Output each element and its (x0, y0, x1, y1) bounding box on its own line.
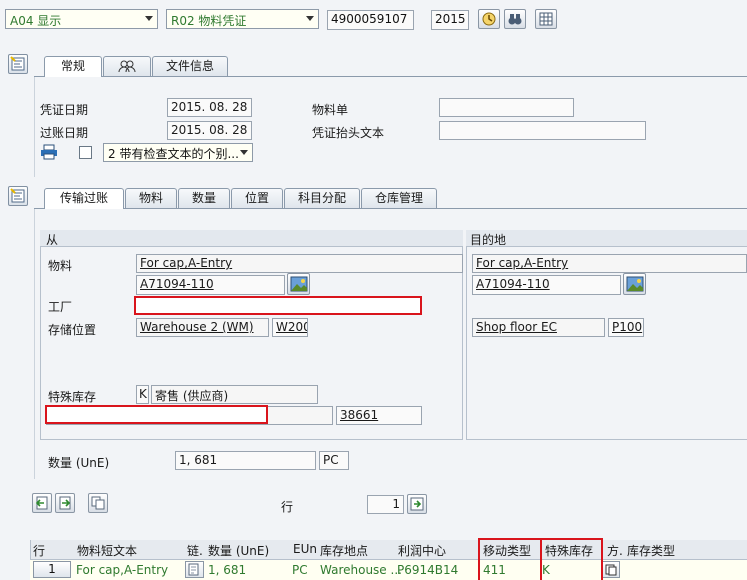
collapse-icon (10, 188, 25, 203)
from-group-header: 从 (40, 230, 463, 247)
tab-general[interactable]: 常规 (44, 56, 102, 77)
doc-date-field[interactable]: 2015. 08. 28 (167, 98, 252, 117)
table-row[interactable]: 1 For cap,A-Entry 1, 681 PC Warehouse ..… (30, 560, 747, 580)
post-date-field[interactable]: 2015. 08. 28 (167, 121, 252, 140)
print-option-combo[interactable]: 2 带有检查文本的个别... (103, 143, 253, 162)
collapse-header-button[interactable] (8, 54, 28, 74)
tab-partners[interactable] (103, 56, 151, 76)
from-storage-desc: Warehouse 2 (WM) (136, 318, 269, 337)
row-link-button[interactable] (185, 561, 204, 578)
special-stock-label: 特殊库存 (48, 390, 97, 404)
row-direction-button[interactable] (602, 561, 620, 578)
highlight-divider (540, 540, 542, 580)
doc-type-combo[interactable]: R02 物料凭证 (166, 9, 319, 29)
material-slip-label: 物料单 (312, 103, 349, 117)
to-storage-field[interactable]: P100 (608, 318, 644, 337)
to-group-header: 目的地 (466, 230, 747, 247)
header-text-field[interactable] (439, 121, 646, 140)
doc-date-label: 凭证日期 (40, 103, 89, 117)
print-checkbox[interactable] (79, 146, 92, 159)
print-icon[interactable] (40, 144, 58, 160)
collapse-item-button[interactable] (8, 186, 28, 206)
col-direction[interactable]: 方. (607, 542, 623, 559)
row-label: 行 (281, 500, 294, 514)
quantity-field[interactable]: 1, 681 (175, 451, 316, 470)
material-slip-field[interactable] (439, 98, 574, 117)
col-quantity[interactable]: 数量 (UnE) (208, 542, 269, 559)
row-profit-center: P6914B14 (397, 563, 459, 577)
col-material-text[interactable]: 物料短文本 (77, 542, 137, 559)
from-material-field[interactable]: A71094-110 (136, 275, 285, 295)
goto-icon (410, 497, 424, 511)
col-unit[interactable]: EUn (293, 542, 317, 556)
to-material-picture-button[interactable] (623, 273, 646, 295)
quantity-label: 数量 (UnE) (48, 456, 110, 470)
document-icon (188, 563, 199, 576)
row-material-text: For cap,A-Entry (76, 563, 169, 577)
post-date-label: 过账日期 (40, 126, 89, 140)
arrow-left-icon (35, 496, 48, 510)
users-icon (118, 60, 136, 73)
next-item-button[interactable] (55, 493, 75, 513)
table-icon (539, 12, 553, 26)
tab-file-info[interactable]: 文件信息 (152, 56, 228, 76)
row-field[interactable]: 1 (367, 495, 404, 514)
tab-warehouse-management[interactable]: 仓库管理 (361, 188, 437, 208)
plant-label: 工厂 (48, 300, 73, 314)
go-to-row-button[interactable] (407, 494, 427, 514)
row-quantity: 1, 681 (208, 563, 247, 577)
vendor-field[interactable]: 38661 (336, 406, 422, 425)
col-profit-center[interactable]: 利润中心 (398, 542, 446, 559)
copy-item-button[interactable] (88, 493, 108, 513)
year-field[interactable]: 2015 (431, 10, 469, 30)
col-stock-type[interactable]: 库存类型 (627, 542, 675, 559)
find-button[interactable] (504, 9, 526, 29)
from-plant-field-redacted[interactable] (134, 296, 422, 315)
from-label: 从 (46, 233, 59, 247)
calculator-button[interactable] (535, 9, 557, 29)
row-unit: PC (292, 563, 308, 577)
items-grid-header: 行 物料短文本 链. 数量 (UnE) EUn 库存地点 利润中心 移动类型 特… (30, 540, 747, 560)
col-line[interactable]: 行 (33, 542, 45, 559)
copy-icon (605, 564, 617, 576)
to-material-field[interactable]: A71094-110 (472, 275, 621, 295)
header-text-label: 凭证抬头文本 (312, 126, 385, 140)
from-material-picture-button[interactable] (287, 273, 310, 295)
binoculars-icon (508, 14, 522, 25)
copy-icon (91, 496, 105, 510)
vendor-name-redacted (45, 405, 268, 424)
image-icon (626, 276, 643, 292)
doc-number-field[interactable]: 4900059107 (327, 10, 414, 30)
material-label: 物料 (48, 259, 73, 273)
row-storage: Warehouse ... (320, 563, 402, 577)
special-stock-desc: 寄售 (供应商) (151, 385, 318, 404)
arrow-right-icon (59, 496, 71, 510)
image-icon (290, 276, 307, 292)
storage-label: 存储位置 (48, 323, 97, 337)
clock-icon (482, 12, 496, 26)
chevron-down-icon (306, 16, 314, 21)
to-material-desc: For cap,A-Entry (472, 254, 747, 273)
chevron-down-icon (145, 16, 153, 21)
tab-account-assignment[interactable]: 科目分配 (284, 188, 360, 208)
to-label: 目的地 (470, 233, 507, 247)
tab-transfer-posting[interactable]: 传输过账 (44, 188, 124, 209)
execute-button[interactable] (478, 9, 500, 29)
quantity-unit-field[interactable]: PC (319, 451, 349, 470)
chevron-down-icon (240, 150, 248, 155)
tab-quantity[interactable]: 数量 (178, 188, 230, 208)
to-storage-desc: Shop floor EC (472, 318, 605, 337)
tab-material[interactable]: 物料 (125, 188, 177, 208)
col-link[interactable]: 链. (187, 542, 203, 559)
from-storage-field[interactable]: W200 (272, 318, 308, 337)
action-combo[interactable]: A04 显示 (5, 9, 158, 29)
from-material-desc: For cap,A-Entry (136, 254, 463, 273)
special-stock-code-field[interactable]: K (136, 385, 149, 404)
tab-location[interactable]: 位置 (231, 188, 283, 208)
collapse-icon (10, 56, 25, 71)
previous-item-button[interactable] (32, 493, 52, 513)
row-line-button[interactable]: 1 (33, 561, 71, 578)
col-storage[interactable]: 库存地点 (320, 542, 368, 559)
